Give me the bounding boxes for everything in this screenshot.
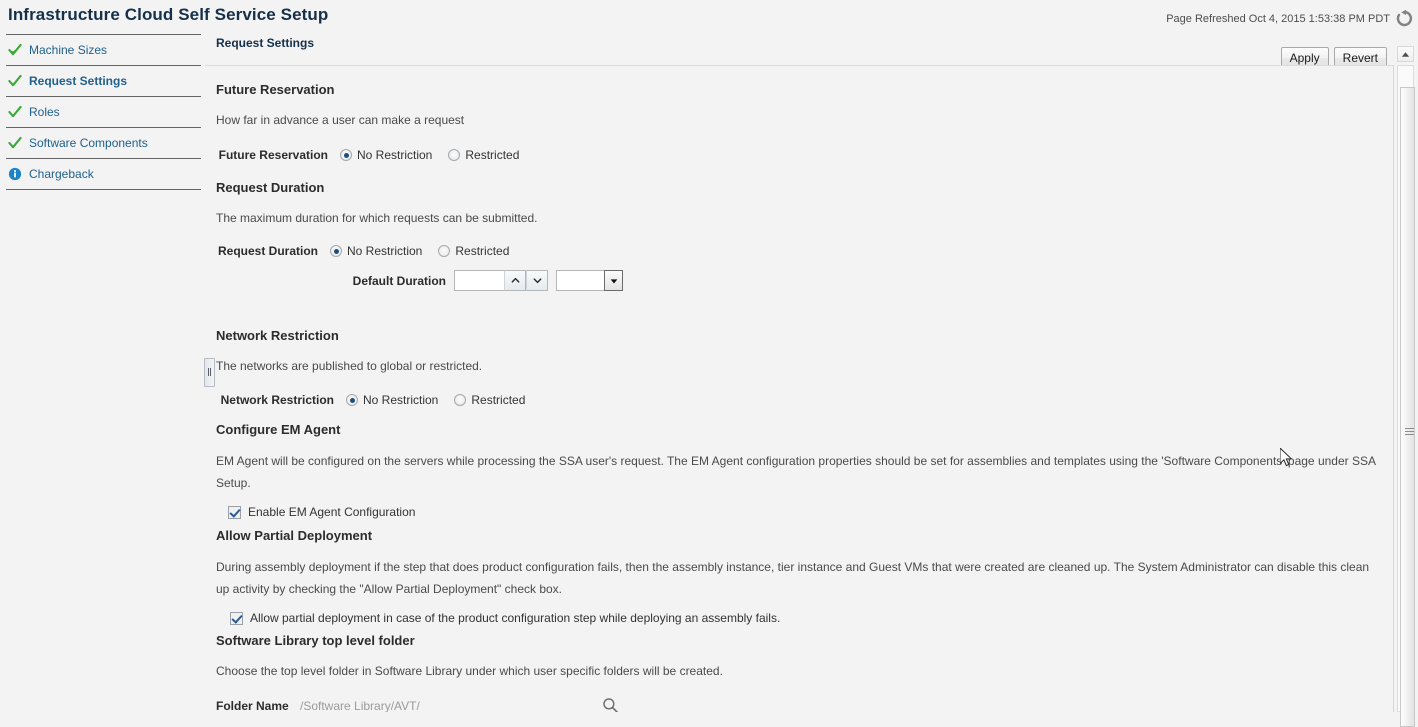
section-network-restriction: Network Restriction The networks are pub… xyxy=(216,328,525,407)
breadcrumb: Request Settings xyxy=(216,36,315,50)
panel-splitter-handle[interactable] xyxy=(204,358,215,387)
default-duration-field-row: Default Duration xyxy=(216,270,623,291)
future-reservation-radio-group: No Restriction Restricted xyxy=(340,148,519,162)
page-title: Infrastructure Cloud Self Service Setup xyxy=(8,5,329,24)
section-software-library-folder: Software Library top level folder Choose… xyxy=(216,633,723,712)
section-description: Choose the top level folder in Software … xyxy=(216,664,723,678)
select-value xyxy=(556,270,604,291)
section-description: During assembly deployment if the step t… xyxy=(216,560,1370,596)
radio-dot-icon xyxy=(340,149,352,161)
sidebar-item-machine-sizes[interactable]: Machine Sizes xyxy=(6,34,201,66)
section-title: Future Reservation xyxy=(216,82,335,97)
sidebar-item-label: Request Settings xyxy=(29,74,128,88)
network-restriction-field-row: Network Restriction No Restriction Restr… xyxy=(216,393,526,407)
radio-dot-icon xyxy=(346,394,358,406)
section-title: Software Library top level folder xyxy=(216,633,415,648)
radio-restricted[interactable]: Restricted xyxy=(438,244,509,258)
field-label: Future Reservation xyxy=(218,148,328,162)
network-restriction-radio-group: No Restriction Restricted xyxy=(346,393,525,407)
sidebar-item-roles[interactable]: Roles xyxy=(6,97,201,128)
green-check-icon xyxy=(8,43,22,57)
field-label: Default Duration xyxy=(352,273,446,288)
default-duration-unit-select[interactable] xyxy=(556,270,623,291)
future-reservation-field-row: Future Reservation No Restriction Restri… xyxy=(216,148,520,162)
sidebar-item-label: Machine Sizes xyxy=(29,43,108,57)
green-check-icon xyxy=(8,74,22,88)
radio-restricted[interactable]: Restricted xyxy=(454,393,525,407)
enable-em-agent-checkbox-row[interactable]: Enable EM Agent Configuration xyxy=(228,505,1376,519)
body-area: Machine Sizes Request Settings Roles Sof… xyxy=(0,34,1418,727)
default-duration-spinner xyxy=(454,270,548,291)
scroll-up-button[interactable] xyxy=(1397,46,1414,62)
section-request-duration: Request Duration The maximum duration fo… xyxy=(216,180,623,291)
request-duration-field-row: Request Duration No Restriction Restrict… xyxy=(216,244,623,258)
folder-name-field-row: Folder Name xyxy=(216,696,723,712)
radio-no-restriction[interactable]: No Restriction xyxy=(340,148,432,162)
section-description: How far in advance a user can make a req… xyxy=(216,113,465,127)
section-allow-partial-deployment: Allow Partial Deployment During assembly… xyxy=(216,528,1371,625)
scrollbar-thumb-grip xyxy=(1405,428,1414,435)
refresh-icon[interactable] xyxy=(1395,9,1414,28)
section-description: The networks are published to global or … xyxy=(216,359,483,373)
green-check-icon xyxy=(8,105,22,119)
field-label: Folder Name xyxy=(216,698,289,713)
radio-dot-icon xyxy=(454,394,467,406)
app-header: Infrastructure Cloud Self Service Setup … xyxy=(0,0,1418,34)
section-description: The maximum duration for which requests … xyxy=(216,211,538,225)
page-refreshed-timestamp: Page Refreshed Oct 4, 2015 1:53:38 PM PD… xyxy=(1166,12,1390,25)
default-duration-input[interactable] xyxy=(454,270,504,291)
sidebar-item-label: Chargeback xyxy=(29,167,94,181)
vertical-scrollbar[interactable] xyxy=(1396,46,1416,727)
request-duration-radio-group: No Restriction Restricted xyxy=(330,244,509,258)
radio-label: No Restriction xyxy=(357,148,433,162)
section-title: Configure EM Agent xyxy=(216,422,341,437)
main-panel: Request Settings Apply Revert Future Res… xyxy=(205,34,1418,727)
sidebar-item-label: Roles xyxy=(29,105,60,119)
section-title: Request Duration xyxy=(216,180,325,195)
sidebar-item-chargeback[interactable]: Chargeback xyxy=(6,159,201,190)
radio-no-restriction[interactable]: No Restriction xyxy=(330,244,422,258)
section-future-reservation: Future Reservation How far in advance a … xyxy=(216,82,519,162)
section-description: EM Agent will be configured on the serve… xyxy=(216,454,1376,490)
section-title: Allow Partial Deployment xyxy=(216,528,373,543)
chevron-down-icon[interactable] xyxy=(604,270,623,291)
sidebar-item-label: Software Components xyxy=(29,136,148,150)
radio-no-restriction[interactable]: No Restriction xyxy=(346,393,438,407)
setup-sidebar: Machine Sizes Request Settings Roles Sof… xyxy=(0,34,205,712)
radio-label: No Restriction xyxy=(347,244,423,258)
green-check-icon xyxy=(8,136,22,150)
allow-partial-deployment-checkbox-row[interactable]: Allow partial deployment in case of the … xyxy=(230,611,1371,625)
settings-content: Future Reservation How far in advance a … xyxy=(205,65,1394,712)
search-icon[interactable] xyxy=(602,697,619,712)
checkbox-label: Enable EM Agent Configuration xyxy=(248,505,416,519)
radio-label: No Restriction xyxy=(363,393,439,407)
field-label: Request Duration xyxy=(217,244,318,258)
page-refresh-area: Page Refreshed Oct 4, 2015 1:53:38 PM PD… xyxy=(1166,9,1414,28)
radio-dot-icon xyxy=(438,245,451,257)
radio-dot-icon xyxy=(330,245,342,257)
radio-label: Restricted xyxy=(465,148,520,162)
scrollbar-track[interactable] xyxy=(1397,65,1415,727)
folder-name-input[interactable] xyxy=(298,696,588,712)
sidebar-item-request-settings[interactable]: Request Settings xyxy=(6,66,201,97)
radio-dot-icon xyxy=(448,149,461,161)
radio-label: Restricted xyxy=(471,393,526,407)
field-label: Network Restriction xyxy=(220,393,334,407)
spinner-up-button[interactable] xyxy=(504,270,526,291)
checkbox-label: Allow partial deployment in case of the … xyxy=(250,611,781,625)
allow-partial-deployment-checkbox[interactable] xyxy=(230,611,243,625)
section-title: Network Restriction xyxy=(216,328,339,343)
radio-label: Restricted xyxy=(455,244,510,258)
scrollbar-thumb[interactable] xyxy=(1400,87,1415,727)
radio-restricted[interactable]: Restricted xyxy=(448,148,519,162)
section-configure-em-agent: Configure EM Agent EM Agent will be conf… xyxy=(216,422,1376,519)
blue-info-icon xyxy=(8,167,22,181)
enable-em-agent-checkbox[interactable] xyxy=(228,505,241,519)
spinner-down-button[interactable] xyxy=(526,270,548,291)
sidebar-item-software-components[interactable]: Software Components xyxy=(6,128,201,159)
